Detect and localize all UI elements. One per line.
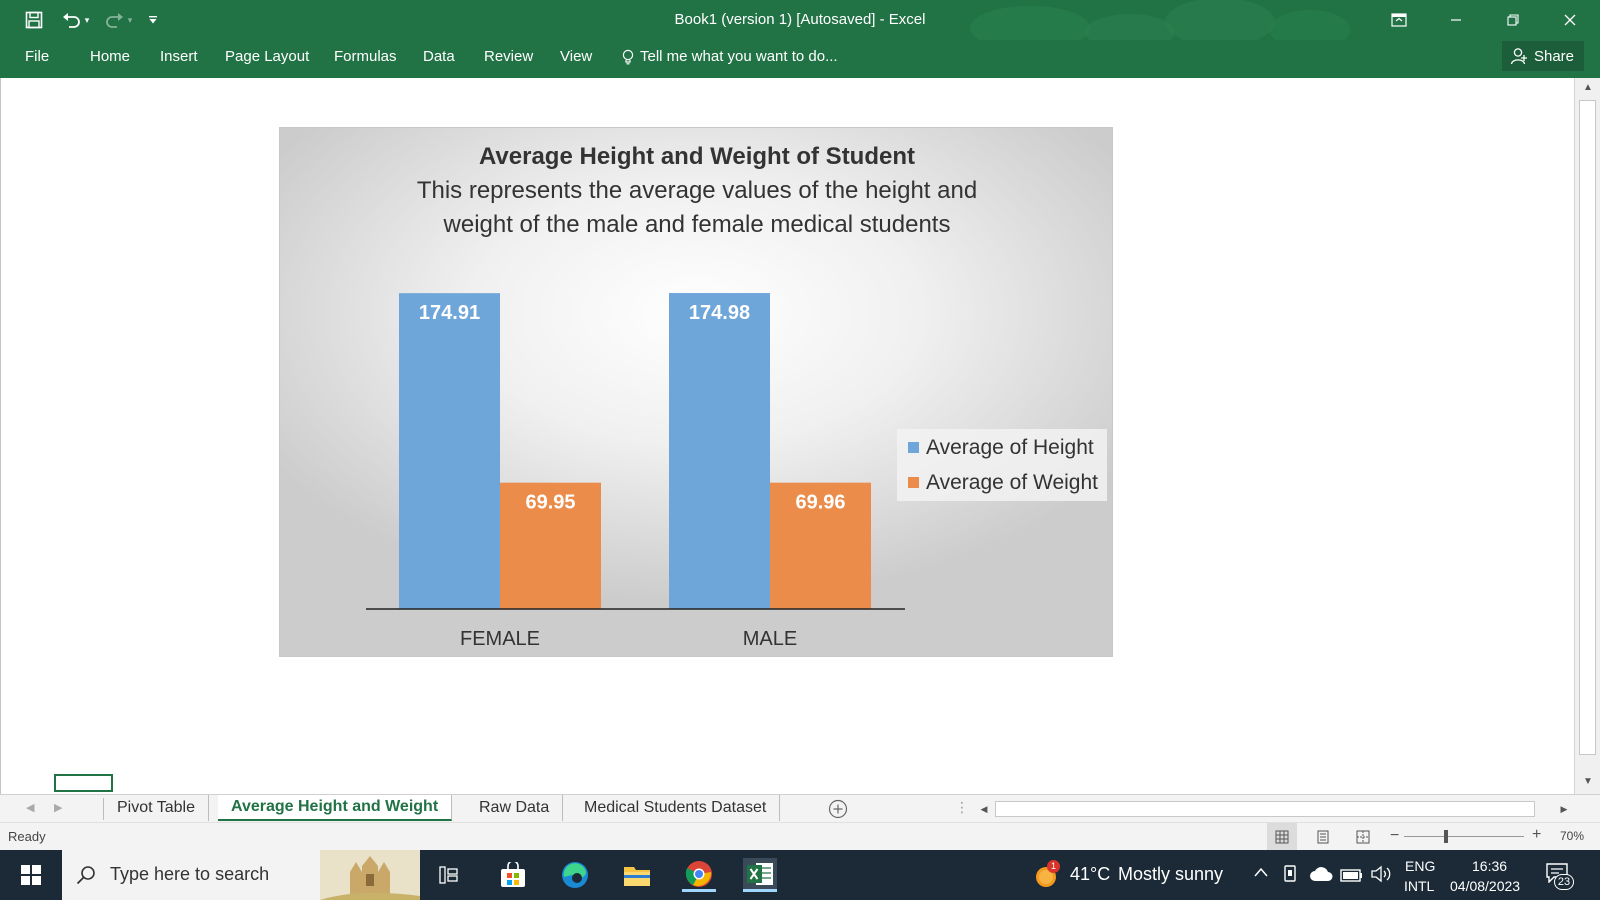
tab-scroll-left-icon[interactable]: ◀ — [26, 801, 34, 814]
page-layout-view-button[interactable] — [1316, 830, 1330, 847]
clock-date[interactable]: 04/08/2023 — [1450, 878, 1520, 894]
weather-temperature[interactable]: 41°C — [1070, 864, 1110, 885]
bar-chart: Average Height and Weight of Student Thi… — [366, 143, 1107, 650]
zoom-in-button[interactable]: + — [1532, 826, 1541, 844]
weather-alert-badge: 1 — [1047, 860, 1060, 873]
data-label-height-female: 174.91 — [419, 302, 480, 324]
chart-subtitle-line-1: This represents the average values of th… — [417, 177, 977, 204]
scroll-down-icon[interactable]: ▼ — [1581, 776, 1595, 790]
battery-icon[interactable] — [1340, 866, 1364, 886]
plot-area: 174.91 174.98 69.95 69.96 — [399, 293, 871, 609]
data-label-weight-male: 69.96 — [795, 492, 845, 514]
ribbon-background-pattern — [970, 0, 1350, 40]
scroll-right-icon[interactable]: ▶ — [1555, 800, 1573, 818]
chart-title: Average Height and Weight of Student — [479, 143, 915, 170]
scroll-up-icon[interactable]: ▲ — [1581, 82, 1595, 96]
window-title: Book1 (version 1) [Autosaved] - Excel — [674, 11, 926, 28]
legend-swatch-height — [908, 442, 919, 453]
person-icon — [1510, 48, 1527, 65]
notification-center-icon[interactable]: 23 — [1546, 863, 1574, 890]
page-break-view-button[interactable] — [1356, 830, 1370, 847]
sheet-tab-bar: ◀ ▶ Pivot Table Average Height and Weigh… — [0, 794, 1600, 822]
clock-time[interactable]: 16:36 — [1472, 858, 1507, 874]
active-cell-selector[interactable] — [54, 774, 113, 792]
data-label-weight-female: 69.95 — [525, 492, 575, 514]
ribbon-display-options-icon[interactable] — [1376, 6, 1422, 34]
tab-review[interactable]: Review — [484, 48, 533, 65]
legend-swatch-weight — [908, 477, 919, 488]
show-hidden-icons-chevron-icon[interactable] — [1253, 865, 1269, 882]
chart-subtitle-line-2: weight of the male and female medical st… — [443, 211, 951, 238]
title-bar: ▾ ▾ Book1 (version 1) [Autosaved] - Exce… — [0, 0, 1600, 40]
normal-view-button[interactable] — [1267, 823, 1297, 851]
tab-data[interactable]: Data — [423, 48, 455, 65]
task-view-icon[interactable] — [433, 858, 467, 892]
zoom-slider[interactable] — [1404, 836, 1524, 837]
legend-label-height: Average of Height — [926, 436, 1094, 459]
x-tick-label-male: MALE — [743, 628, 797, 650]
tab-insert[interactable]: Insert — [160, 48, 198, 65]
windows-start-icon[interactable] — [14, 858, 48, 892]
search-placeholder: Type here to search — [110, 864, 270, 884]
search-icon — [76, 866, 95, 885]
weather-icon[interactable]: 1 — [1034, 860, 1060, 889]
tell-me-box[interactable]: Tell me what you want to do... — [622, 48, 838, 65]
status-mode: Ready — [8, 829, 46, 844]
tell-me-label: Tell me what you want to do... — [640, 48, 838, 65]
lightbulb-icon — [622, 49, 634, 64]
onedrive-cloud-icon[interactable] — [1309, 866, 1333, 886]
horizontal-scroll-thumb[interactable] — [995, 801, 1535, 817]
close-icon[interactable] — [1547, 6, 1593, 34]
tab-scroll-right-icon[interactable]: ▶ — [54, 801, 62, 814]
legend-label-weight: Average of Weight — [926, 471, 1098, 494]
input-language-secondary[interactable]: INTL — [1404, 878, 1434, 894]
share-button[interactable]: Share — [1501, 41, 1584, 71]
sheet-tab-raw-data[interactable]: Raw Data — [466, 795, 564, 821]
sheet-tab-medical-students-dataset[interactable]: Medical Students Dataset — [571, 795, 781, 821]
windows-taskbar: Type here to search 1 41°C Mostly sunny — [0, 850, 1600, 900]
tab-page-layout[interactable]: Page Layout — [225, 48, 309, 65]
search-highlight-image — [320, 850, 420, 900]
ribbon-tabs: File Home Insert Page Layout Formulas Da… — [0, 40, 1600, 78]
vertical-scroll-thumb[interactable] — [1579, 100, 1596, 755]
share-label: Share — [1533, 47, 1574, 65]
zoom-out-button[interactable]: − — [1390, 827, 1399, 845]
volume-icon[interactable] — [1371, 865, 1393, 887]
status-bar: Ready − + 70% — [0, 822, 1600, 851]
meet-now-icon[interactable] — [1283, 864, 1299, 888]
bar-height-female[interactable] — [399, 293, 500, 609]
bar-height-male[interactable] — [669, 293, 770, 609]
file-explorer-icon[interactable] — [620, 858, 654, 892]
minimize-icon[interactable] — [1433, 6, 1479, 34]
edge-browser-icon[interactable] — [558, 858, 592, 892]
input-language-primary[interactable]: ENG — [1405, 858, 1435, 874]
vertical-scrollbar[interactable]: ▲ ▼ — [1574, 78, 1600, 794]
zoom-slider-thumb[interactable] — [1444, 830, 1448, 843]
weather-description[interactable]: Mostly sunny — [1118, 864, 1223, 885]
horizontal-scrollbar[interactable]: ◀ ▶ — [975, 800, 1575, 818]
chrome-browser-icon[interactable] — [682, 858, 716, 892]
tab-home[interactable]: Home — [90, 48, 130, 65]
new-sheet-icon[interactable] — [828, 799, 848, 822]
sheet-tab-pivot-table[interactable]: Pivot Table — [104, 795, 209, 821]
scroll-left-icon[interactable]: ◀ — [975, 800, 993, 818]
sheet-tab-average-height-and-weight[interactable]: Average Height and Weight — [218, 795, 453, 821]
notification-count-badge: 23 — [1554, 874, 1574, 890]
taskbar-search-box[interactable]: Type here to search — [62, 850, 420, 900]
tab-file[interactable]: File — [25, 48, 49, 65]
data-label-height-male: 174.98 — [689, 302, 750, 324]
restore-icon[interactable] — [1490, 6, 1536, 34]
x-tick-label-female: FEMALE — [460, 628, 540, 650]
microsoft-store-icon[interactable] — [496, 858, 530, 892]
tab-formulas[interactable]: Formulas — [334, 48, 397, 65]
excel-app-icon[interactable] — [743, 858, 777, 892]
tab-view[interactable]: View — [560, 48, 592, 65]
tab-split-handle[interactable]: ⋮ — [955, 799, 969, 816]
zoom-level[interactable]: 70% — [1560, 829, 1584, 843]
chart-area[interactable]: Average Height and Weight of Student Thi… — [279, 127, 1113, 657]
